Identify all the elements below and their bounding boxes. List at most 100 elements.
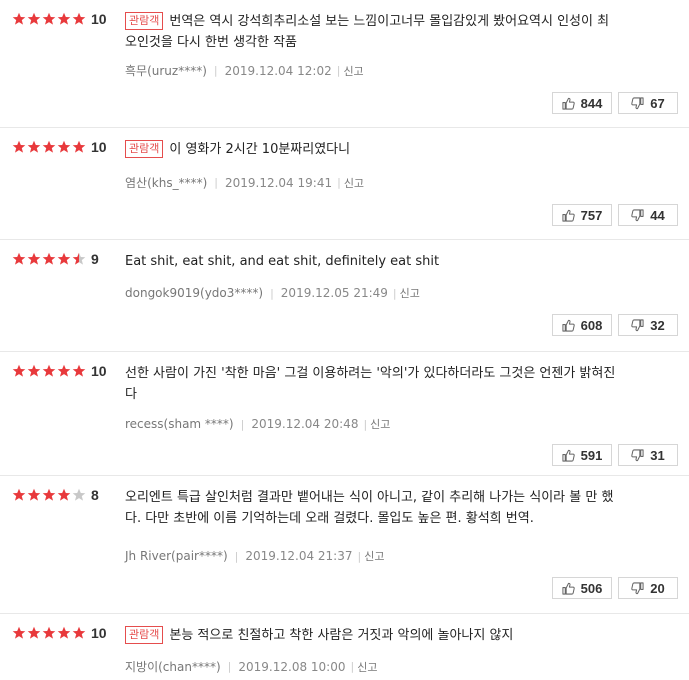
divider: | (350, 660, 355, 673)
thumbs-down-icon (631, 581, 650, 595)
divider: | (392, 286, 397, 300)
review-text-line: 본능 적으로 친절하고 착한 사람은 거짓과 악의에 놀아나지 않지 (169, 628, 514, 643)
review-item: 10 관람객 본능 적으로 친절하고 착한 사람은 거짓과 악의에 놀아나지 않지… (0, 614, 689, 680)
author-name[interactable]: Jh River(pair****) (125, 549, 228, 563)
review-text-line: 이 영화가 2시간 10분짜리였다니 (169, 142, 351, 157)
star-icon (42, 364, 56, 378)
review-item: 8 오리엔트 특급 살인처럼 결과만 뱉어내는 식이 아니고, 같이 추리해 나… (0, 476, 689, 614)
divider: | (240, 417, 245, 431)
star-icon (72, 626, 86, 640)
star-icon (27, 488, 41, 502)
star-rating (12, 12, 87, 26)
viewer-badge: 관람객 (125, 12, 164, 30)
thumbs-down-icon (631, 448, 650, 462)
dislike-button[interactable]: 32 (618, 314, 678, 336)
vote-buttons: 591 31 (546, 444, 678, 466)
dislike-button[interactable]: 44 (618, 204, 678, 226)
star-icon (42, 626, 56, 640)
like-button[interactable]: 591 (552, 444, 612, 466)
star-icon (57, 626, 71, 640)
like-count: 844 (580, 95, 603, 111)
thumbs-down-icon (631, 96, 650, 110)
rating-score: 8 (91, 487, 99, 503)
vote-buttons: 844 67 (546, 92, 678, 114)
star-icon (72, 488, 86, 502)
star-icon (72, 12, 86, 26)
star-rating (12, 140, 87, 154)
like-count: 506 (580, 580, 603, 596)
review-body: 오리엔트 특급 살인처럼 결과만 뱉어내는 식이 아니고, 같이 추리해 나가는… (125, 487, 669, 529)
review-text-line: 선한 사람이 가진 '착한 마음' 그걸 이용하려는 '악의'가 있다하더라도 … (125, 366, 616, 381)
review-date: 2019.12.04 12:02 (224, 63, 332, 78)
thumbs-up-icon (562, 582, 581, 595)
like-count: 757 (580, 207, 603, 223)
dislike-button[interactable]: 31 (618, 444, 678, 466)
like-button[interactable]: 844 (552, 92, 612, 114)
dislike-button[interactable]: 20 (618, 577, 678, 599)
report-link[interactable]: 신고 (400, 285, 420, 301)
review-meta: Jh River(pair****) | 2019.12.04 21:37 | … (125, 548, 384, 564)
like-button[interactable]: 608 (552, 314, 612, 336)
review-date: 2019.12.04 20:48 (251, 417, 359, 431)
review-date: 2019.12.04 19:41 (224, 175, 333, 190)
review-date: 2019.12.05 21:49 (280, 286, 388, 300)
star-icon (12, 252, 26, 266)
report-link[interactable]: 신고 (344, 175, 364, 191)
author-name[interactable]: 흑무(uruz****) (125, 62, 207, 79)
like-count: 608 (580, 317, 603, 333)
star-icon (27, 252, 41, 266)
author-name[interactable]: 염산(khs_****) (125, 174, 207, 191)
report-link[interactable]: 신고 (357, 659, 377, 675)
like-button[interactable]: 506 (552, 577, 612, 599)
dislike-button[interactable]: 67 (618, 92, 678, 114)
review-item: 10 관람객 번역은 역시 강석희추리소설 보는 느낌이고너무 몰입감있게 봤어요… (0, 0, 689, 128)
rating-score: 10 (91, 625, 107, 641)
star-icon (42, 140, 56, 154)
thumbs-down-icon (631, 208, 650, 222)
star-icon (57, 140, 71, 154)
star-icon (12, 626, 26, 640)
review-text-line: 다. 다만 초반에 이름 기억하는데 오래 걸렸다. 몰입도 높은 편. 황석희… (125, 511, 534, 526)
star-icon (42, 252, 56, 266)
star-icon (57, 488, 71, 502)
review-text-line: 오인것을 다시 한번 생각한 작품 (125, 35, 298, 50)
star-icon (72, 252, 86, 266)
viewer-badge: 관람객 (125, 140, 164, 158)
divider: | (363, 417, 368, 431)
star-icon (27, 364, 41, 378)
star-rating (12, 364, 87, 378)
author-name[interactable]: recess(sham ****) (125, 417, 234, 431)
review-text-line: 오리엔트 특급 살인처럼 결과만 뱉어내는 식이 아니고, 같이 추리해 나가는… (125, 490, 614, 505)
review-date: 2019.12.04 21:37 (245, 549, 353, 563)
star-icon (12, 364, 26, 378)
like-button[interactable]: 757 (552, 204, 612, 226)
star-icon (57, 364, 71, 378)
star-icon (12, 140, 26, 154)
viewer-badge: 관람객 (125, 626, 164, 644)
star-icon (42, 488, 56, 502)
thumbs-up-icon (562, 209, 581, 222)
review-item: 10 관람객 이 영화가 2시간 10분짜리였다니 염산(khs_****) | … (0, 128, 689, 240)
dislike-count: 67 (650, 95, 665, 111)
star-icon (72, 364, 86, 378)
star-icon (12, 488, 26, 502)
star-rating (12, 626, 87, 640)
author-name[interactable]: dongok9019(ydo3****) (125, 286, 263, 300)
vote-buttons: 608 32 (546, 314, 678, 336)
divider: | (214, 176, 218, 189)
review-body: 관람객 이 영화가 2시간 10분짜리였다니 (125, 139, 669, 160)
dislike-count: 31 (650, 447, 665, 463)
author-name[interactable]: 지방이(chan****) (125, 658, 221, 675)
report-link[interactable]: 신고 (364, 548, 384, 564)
review-date: 2019.12.08 10:00 (238, 659, 346, 674)
divider: | (270, 286, 274, 300)
review-body: 선한 사람이 가진 '착한 마음' 그걸 이용하려는 '악의'가 있다하더라도 … (125, 363, 669, 405)
star-icon (12, 12, 26, 26)
vote-buttons: 506 20 (546, 577, 678, 599)
report-link[interactable]: 신고 (343, 63, 363, 79)
review-body: Eat shit, eat shit, and eat shit, defini… (125, 251, 669, 272)
divider: | (336, 64, 341, 77)
report-link[interactable]: 신고 (370, 416, 390, 432)
review-meta: 지방이(chan****) | 2019.12.08 10:00 | 신고 (125, 658, 377, 675)
divider: | (337, 176, 341, 189)
